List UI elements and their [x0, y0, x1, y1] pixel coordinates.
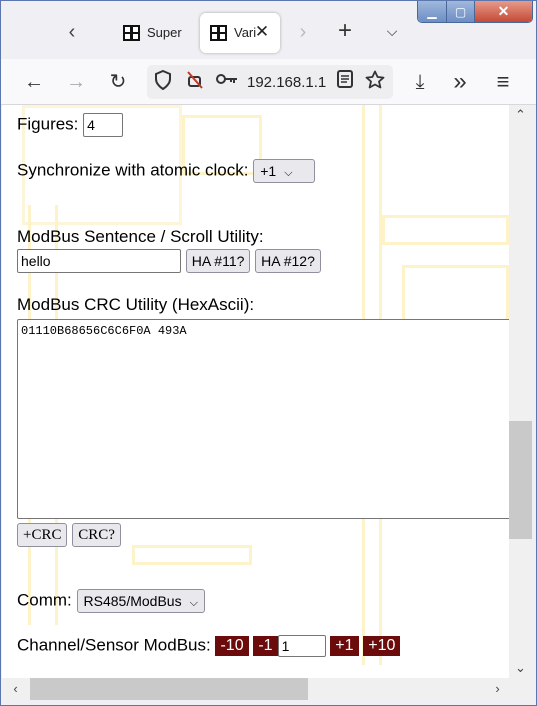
comm-value: RS485/ModBus — [83, 593, 182, 609]
camera-off-icon[interactable] — [183, 70, 207, 94]
background-watermark — [402, 265, 509, 325]
app-menu-button[interactable]: ≡ — [488, 67, 518, 97]
vertical-scroll-thumb[interactable] — [509, 421, 532, 539]
tab-strip: ‹ Super Vari ✕ › + ⌵ ▁ ▢ ✕ — [1, 1, 536, 59]
chevron-down-icon: ⌵ — [284, 167, 293, 179]
window-controls: ▁ ▢ ✕ — [417, 1, 533, 23]
comm-label: Comm: — [17, 590, 72, 610]
crc-utility-label: ModBus CRC Utility (HexAscii): — [17, 295, 255, 314]
reload-button[interactable]: ↻ — [103, 67, 133, 97]
channel-label: Channel/Sensor ModBus: — [17, 635, 211, 655]
star-icon[interactable] — [363, 70, 387, 94]
new-tab-button[interactable]: + — [331, 17, 359, 45]
chevron-up-icon[interactable]: ⌃ — [509, 105, 532, 125]
url-text[interactable]: 192.168.1.1 — [247, 74, 329, 91]
background-watermark — [132, 545, 252, 565]
grid-favicon-icon — [210, 25, 227, 41]
close-window-button[interactable]: ✕ — [474, 1, 532, 22]
grid-favicon-icon — [123, 25, 140, 41]
minus-10-button[interactable]: -10 — [215, 636, 249, 656]
figures-input[interactable] — [83, 113, 124, 137]
reader-view-icon[interactable] — [333, 70, 357, 94]
browser-window: ‹ Super Vari ✕ › + ⌵ ▁ ▢ ✕ ← → ↻ 192.168… — [0, 0, 537, 706]
chevron-down-icon: ⌵ — [189, 597, 198, 609]
sync-value: +1 — [260, 163, 277, 179]
figures-label: Figures: — [17, 114, 79, 134]
add-crc-button[interactable]: +CRC — [17, 523, 68, 547]
navigation-toolbar: ← → ↻ 192.168.1.1 ⤓ » ≡ — [1, 59, 536, 105]
scrollbar-corner — [509, 678, 532, 700]
plus-10-button[interactable]: +10 — [363, 636, 401, 656]
ha12-button[interactable]: HA #12? — [255, 249, 321, 273]
maximize-button[interactable]: ▢ — [446, 1, 474, 22]
channel-input[interactable] — [277, 635, 326, 657]
minimize-button[interactable]: ▁ — [418, 1, 446, 22]
url-bar[interactable]: 192.168.1.1 — [147, 65, 393, 99]
vertical-scrollbar[interactable]: ⌃ ⌄ — [509, 105, 532, 678]
close-tab-icon[interactable]: ✕ — [252, 22, 272, 42]
minus-1-button[interactable]: -1 — [253, 636, 278, 656]
overflow-menu-button[interactable]: » — [445, 67, 475, 97]
list-tabs-button[interactable]: ⌵ — [379, 17, 405, 45]
background-watermark — [382, 215, 509, 245]
modbus-sentence-label: ModBus Sentence / Scroll Utility: — [17, 227, 264, 246]
chevron-right-icon[interactable]: › — [486, 679, 509, 699]
check-crc-button[interactable]: CRC? — [72, 523, 121, 547]
forward-button[interactable]: → — [61, 67, 91, 97]
tab-scroll-right-icon[interactable]: › — [293, 17, 313, 47]
back-button[interactable]: ← — [19, 67, 49, 97]
horizontal-scroll-thumb[interactable] — [30, 678, 308, 700]
tab-title: Super — [147, 25, 182, 40]
page-viewport: Figures: Synchronize with atomic clock: … — [2, 105, 509, 678]
comm-select[interactable]: RS485/ModBus ⌵ — [76, 589, 205, 613]
tab-scroll-left-icon[interactable]: ‹ — [61, 17, 83, 47]
plus-1-button[interactable]: +1 — [330, 636, 359, 656]
key-icon[interactable] — [215, 70, 239, 94]
chevron-down-icon[interactable]: ⌄ — [509, 658, 532, 678]
chevron-left-icon[interactable]: ‹ — [4, 679, 27, 699]
modbus-sentence-input[interactable] — [17, 249, 181, 273]
sync-select[interactable]: +1 ⌵ — [253, 159, 316, 183]
ha11-button[interactable]: HA #11? — [185, 249, 251, 273]
horizontal-scrollbar[interactable]: ‹ › — [2, 678, 509, 700]
sync-label: Synchronize with atomic clock: — [17, 160, 249, 180]
crc-textarea[interactable]: 01110B68656C6C6F0A 493A — [17, 319, 509, 519]
downloads-button[interactable]: ⤓ — [405, 67, 435, 97]
tab-vari[interactable]: Vari ✕ — [200, 13, 280, 53]
shield-icon[interactable] — [151, 69, 175, 94]
tab-super[interactable]: Super — [113, 13, 189, 53]
